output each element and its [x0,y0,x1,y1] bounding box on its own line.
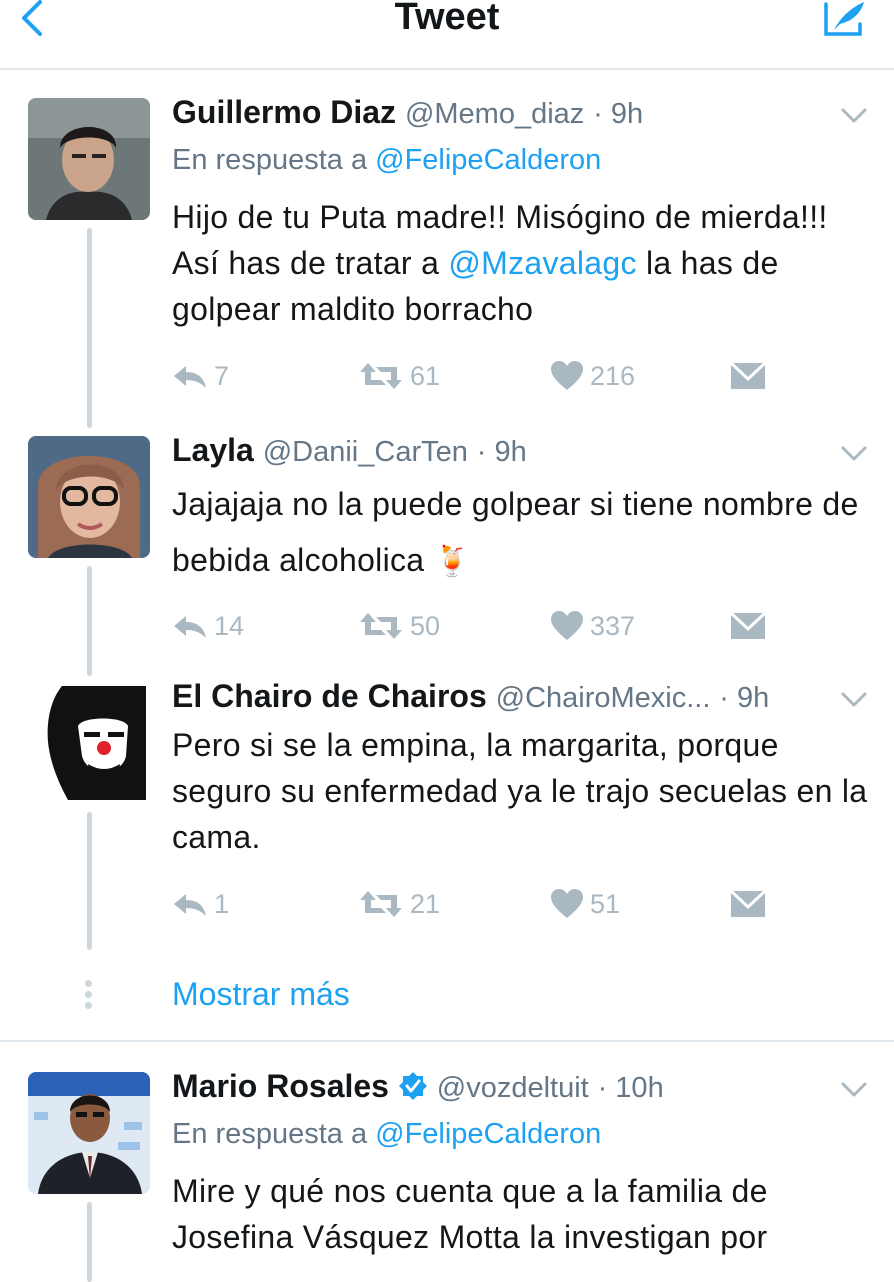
display-name[interactable]: El Chairo de Chairos [172,678,487,714]
user-handle[interactable]: @ChairoMexic... [496,682,711,714]
retweet-button[interactable]: 61 [358,356,440,396]
envelope-icon [730,890,766,917]
user-handle[interactable]: @vozdeltuit [437,1072,589,1104]
retweet-button[interactable]: 50 [358,606,440,646]
chevron-down-icon[interactable] [840,444,868,464]
tweet-actions: 7 61 216 [172,356,792,396]
avatar[interactable] [28,436,150,558]
tweet-text-body: Jajajaja no la puede golpear si tiene no… [172,486,859,578]
reply-icon [174,616,206,638]
avatar[interactable] [28,682,150,804]
direct-message-button[interactable] [730,356,772,396]
reply-to-link[interactable]: @FelipeCalderon [375,1118,601,1150]
heart-icon [551,361,583,390]
tweet-header: Mario Rosales @vozdeltuit · 10h [172,1068,664,1105]
direct-message-button[interactable] [730,884,772,924]
reply-button[interactable]: 1 [172,884,229,924]
retweet-button[interactable]: 21 [358,884,440,924]
like-count: 216 [590,360,636,391]
chevron-down-icon[interactable] [840,1080,868,1100]
chevron-down-icon[interactable] [840,690,868,710]
display-name[interactable]: Guillermo Diaz [172,94,396,130]
direct-message-button[interactable] [730,606,772,646]
compose-tweet-icon[interactable] [822,0,868,40]
thread-line [87,812,92,950]
reply-to-label: En respuesta a [172,1118,376,1150]
reply-context: En respuesta a @FelipeCalderon [172,1118,601,1151]
chevron-down-icon[interactable] [840,106,868,126]
tweet-actions: 1 21 51 [172,884,792,924]
heart-icon [551,611,583,640]
tweet[interactable]: El Chairo de Chairos @ChairoMexic... · 9… [0,678,894,952]
reply-count: 7 [214,360,230,391]
tweet-text: Jajajaja no la puede golpear si tiene no… [172,476,872,590]
avatar[interactable] [28,1072,150,1194]
cocktail-emoji: 🍹 [433,545,472,578]
tweet-text: Hijo de tu Puta madre!! Misógino de mier… [172,194,872,332]
thread-line [87,228,92,428]
timestamp: · 10h [597,1072,664,1104]
timestamp: · 9h [593,98,644,130]
reply-icon [174,366,206,388]
tweet[interactable]: Guillermo Diaz @Memo_diaz · 9h En respue… [0,94,894,428]
retweet-count: 50 [410,610,441,641]
tweet-text: Pero si se la empina, la margarita, porq… [172,727,868,855]
envelope-icon [730,362,766,389]
reply-button[interactable]: 7 [172,356,229,396]
verified-badge-icon [398,1072,427,1100]
retweet-icon [360,891,402,917]
avatar[interactable] [28,98,150,220]
timestamp: · 9h [476,436,527,468]
thread-line [87,1202,92,1282]
thread-line [87,566,92,676]
tweet-header: Guillermo Diaz @Memo_diaz · 9h [172,94,643,131]
thread-ellipsis-icon [85,980,93,1013]
display-name[interactable]: Mario Rosales [172,1068,389,1104]
page-title: Tweet [394,0,500,38]
display-name[interactable]: Layla [172,432,254,468]
like-button[interactable]: 337 [550,606,635,646]
divider [0,1040,894,1042]
reply-to-link[interactable]: @FelipeCalderon [375,144,601,176]
mention-link[interactable]: @Mzavalagc [448,245,636,281]
user-handle[interactable]: @Memo_diaz [405,98,584,130]
envelope-icon [730,612,766,639]
retweet-icon [360,363,402,389]
reply-context: En respuesta a @FelipeCalderon [172,144,601,177]
reply-to-label: En respuesta a [172,144,376,176]
retweet-count: 61 [410,360,441,391]
user-handle[interactable]: @Danii_CarTen [263,436,468,468]
like-button[interactable]: 51 [550,884,620,924]
top-nav-bar: Tweet [0,0,894,70]
show-more-link[interactable]: Mostrar más [172,976,350,1013]
tweet-text: Mire y qué nos cuenta que a la familia d… [172,1173,768,1255]
retweet-icon [360,613,402,639]
like-count: 337 [590,610,636,641]
tweet-actions: 14 50 337 [172,606,792,646]
tweet[interactable]: Mario Rosales @vozdeltuit · 10h En respu… [0,1068,894,1282]
reply-button[interactable]: 14 [172,606,244,646]
tweet-header: El Chairo de Chairos @ChairoMexic... · 9… [172,678,769,715]
tweet[interactable]: Layla @Danii_CarTen · 9h Jajajaja no la … [0,432,894,676]
like-count: 51 [590,888,621,919]
tweet-header: Layla @Danii_CarTen · 9h [172,432,527,469]
retweet-count: 21 [410,888,441,919]
timestamp: · 9h [719,682,770,714]
reply-count: 14 [214,610,245,641]
reply-icon [174,894,206,916]
reply-count: 1 [214,888,230,919]
heart-icon [551,889,583,918]
like-button[interactable]: 216 [550,356,635,396]
